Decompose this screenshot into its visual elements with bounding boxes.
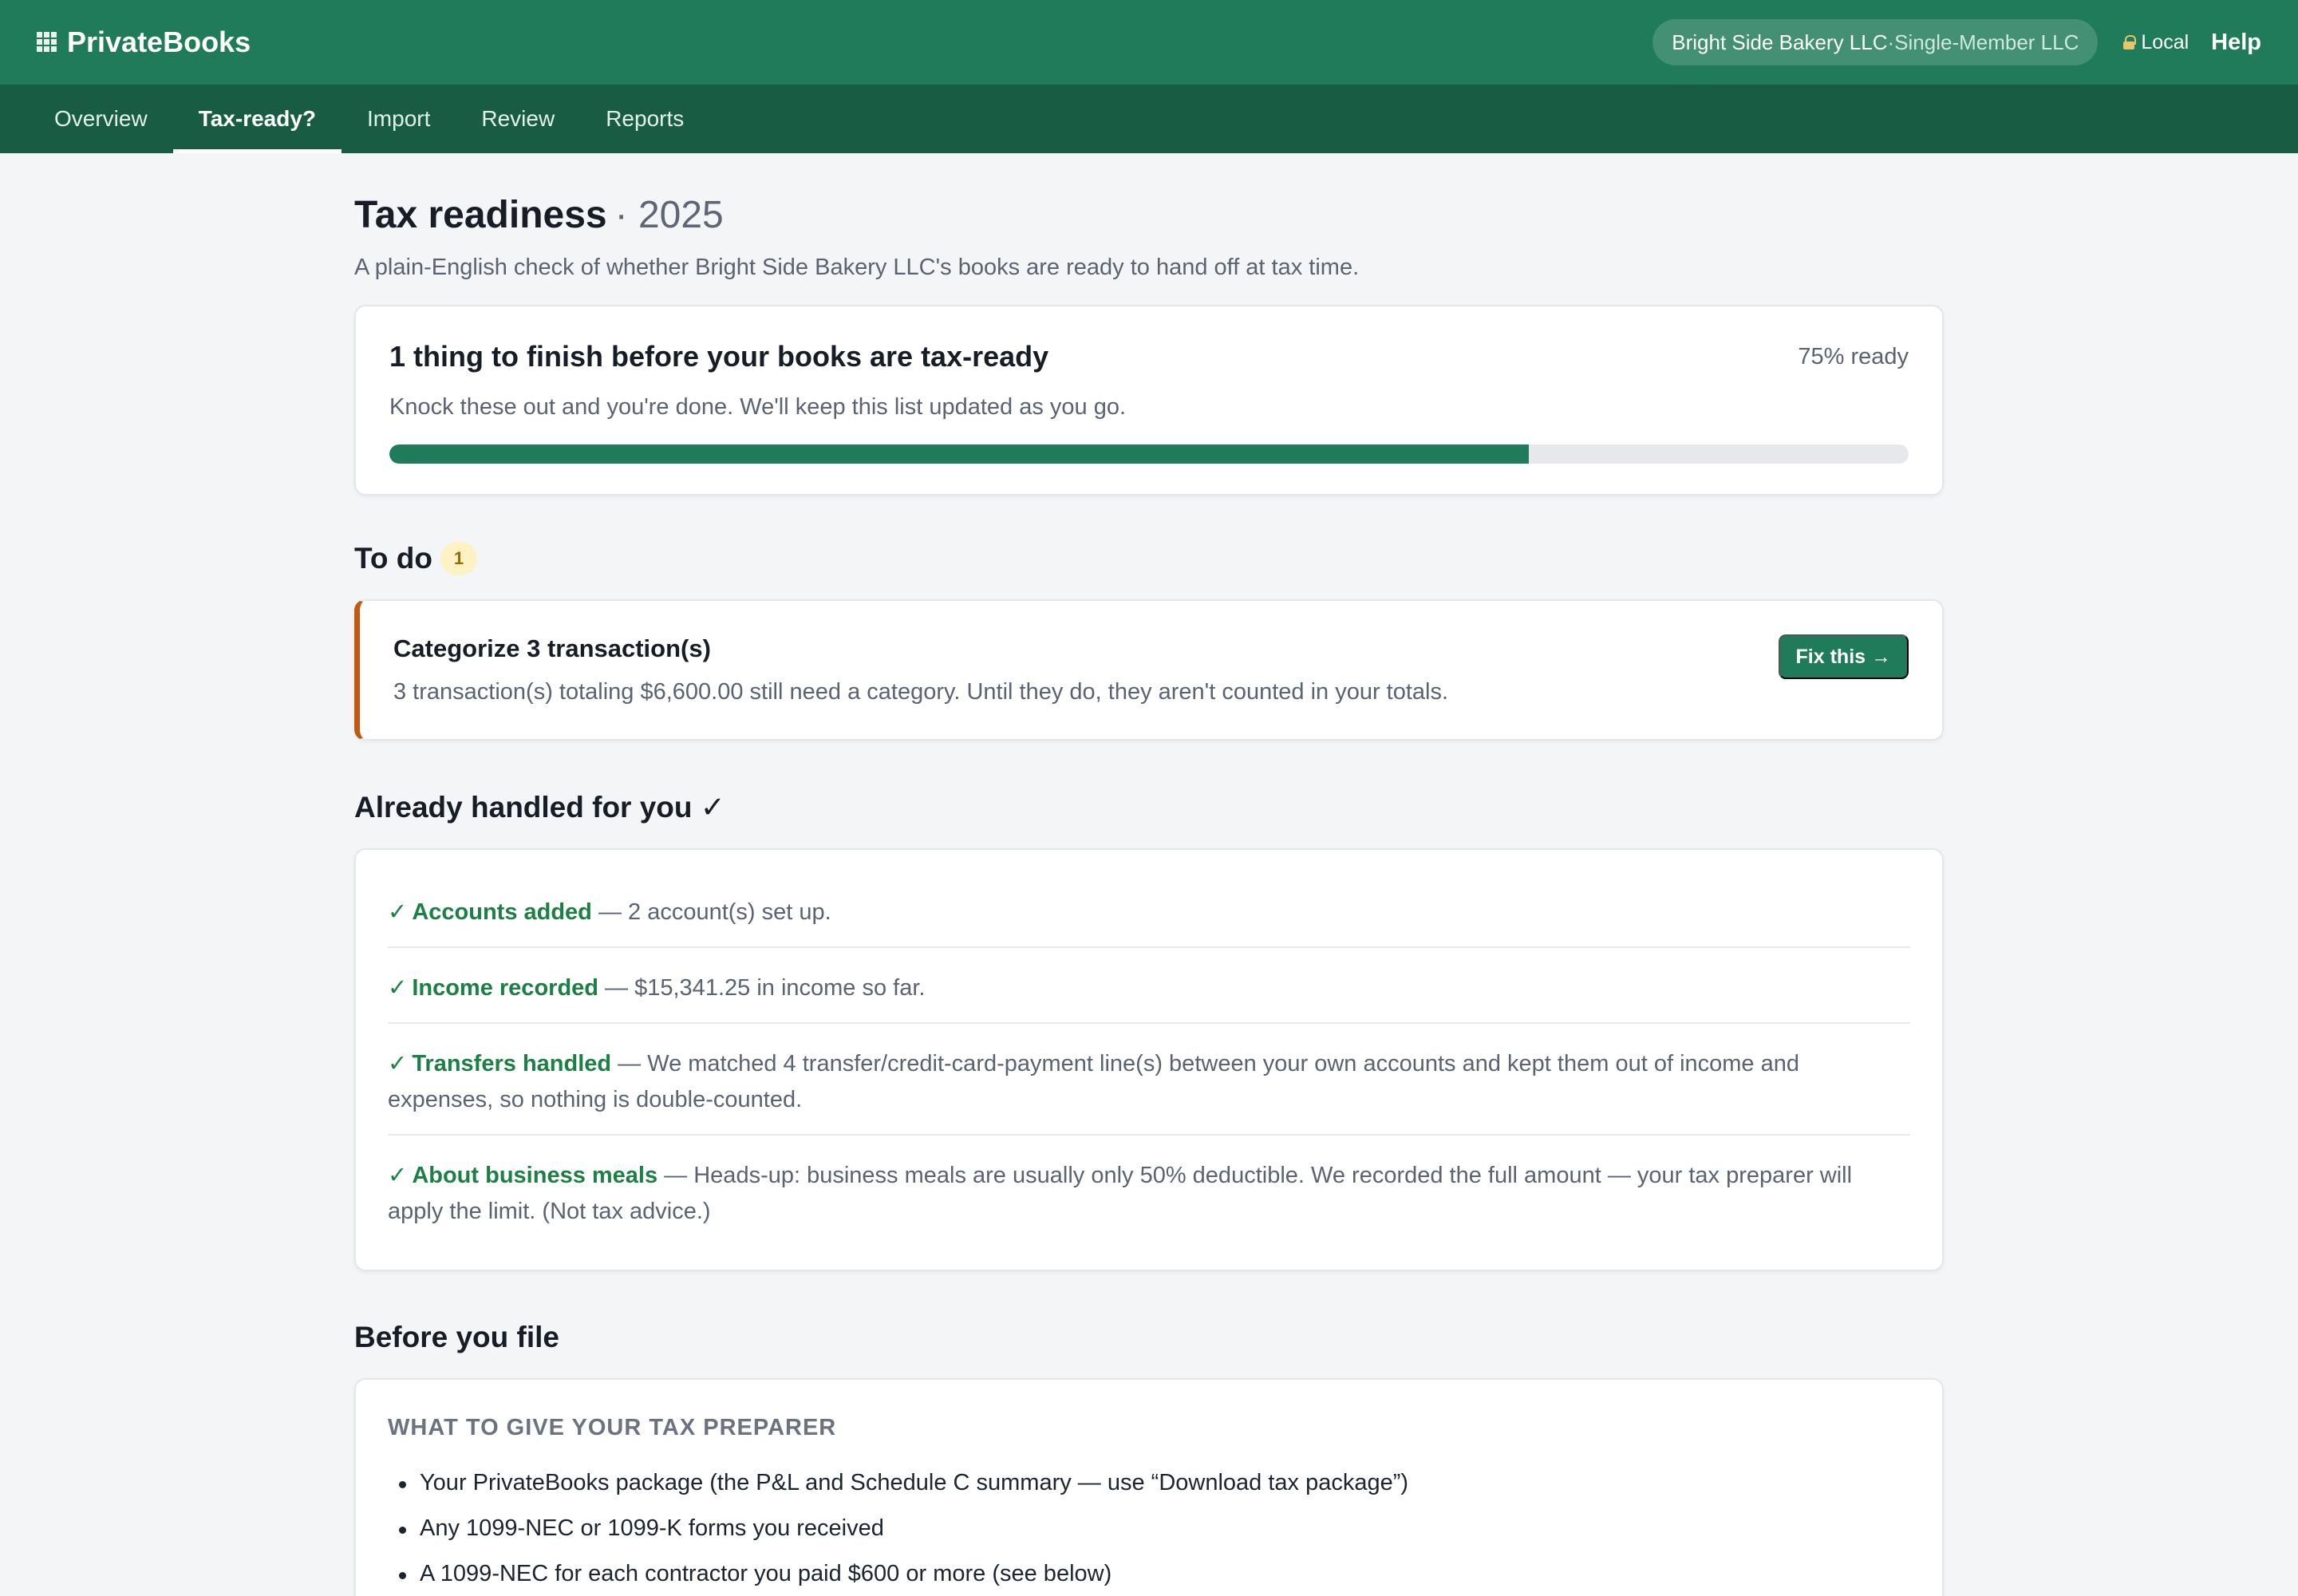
handled-item-meals: ✓ About business meals — Heads-up: busine… [388,1136,1910,1246]
company-name: Bright Side Bakery LLC [1672,30,1888,54]
progress-bar [389,444,1909,464]
list-item: Your PrivateBooks package (the P&L and S… [388,1460,1910,1506]
handled-item-name: Transfers handled [412,1051,612,1077]
todo-title-text: To do [354,542,432,575]
company-switcher[interactable]: Bright Side Bakery LLC · Single-Member L… [1652,19,2099,65]
handled-item-accounts: ✓ Accounts added — 2 account(s) set up. [388,872,1910,948]
handled-item-transfers: ✓ Transfers handled — We matched 4 transf… [388,1024,1910,1136]
local-label: Local [2141,30,2189,53]
check-icon: ✓ [388,1051,408,1077]
tab-tax-ready[interactable]: Tax-ready? [172,85,342,153]
handled-item-name: Accounts added [412,899,592,925]
todo-item: Categorize 3 transaction(s) 3 transactio… [354,599,1944,741]
handled-item-income: ✓ Income recorded — $15,341.25 in income … [388,948,1910,1024]
tab-review[interactable]: Review [456,85,580,153]
progress-percent-label: 75% ready [1798,343,1909,369]
tab-import[interactable]: Import [342,85,456,153]
handled-item-name: Income recorded [412,975,598,1001]
page-title-year: · 2025 [614,194,724,236]
tax-preparer-heading: WHAT TO GIVE YOUR TAX PREPARER [388,1415,837,1440]
top-right-controls: Bright Side Bakery LLC · Single-Member L… [1652,19,2261,65]
handled-item-text: — 2 account(s) set up. [591,899,831,925]
app-name: PrivateBooks [67,26,251,58]
list-item: A 1099-NEC for each contractor you paid … [388,1551,1910,1596]
main-content: Tax readiness · 2025 A plain-English che… [354,153,1944,1596]
grid-icon [37,32,57,53]
local-mode-indicator: Local [2123,31,2189,54]
page-title: Tax readiness · 2025 [354,193,1944,237]
before-you-file-card: WHAT TO GIVE YOUR TAX PREPARER Your Priv… [354,1378,1944,1596]
fix-this-button[interactable]: Fix this → [1778,634,1909,679]
app-logo[interactable]: PrivateBooks [37,26,251,59]
top-bar: PrivateBooks Bright Side Bakery LLC · Si… [0,0,2298,85]
todo-item-title: Categorize 3 transaction(s) [393,634,711,662]
todo-count-badge: 1 [440,542,477,575]
todo-section-title: To do 1 [354,542,1944,575]
readiness-progress-card: 1 thing to finish before your books are … [354,305,1944,496]
todo-item-description: 3 transaction(s) totaling $6,600.00 stil… [393,679,1449,705]
lock-icon [2123,35,2137,49]
page-subtitle: A plain-English check of whether Bright … [354,255,1360,280]
progress-bar-fill [389,444,1529,464]
tax-preparer-list: Your PrivateBooks package (the P&L and S… [388,1460,1910,1596]
handled-list: ✓ Accounts added — 2 account(s) set up. ✓… [354,848,1944,1271]
company-type: Single-Member LLC [1894,30,2079,54]
check-icon: ✓ [388,899,408,925]
progress-title: 1 thing to finish before your books are … [389,340,1049,373]
handled-item-text: — $15,341.25 in income so far. [598,975,926,1001]
tab-reports[interactable]: Reports [580,85,709,153]
progress-header: 1 thing to finish before your books are … [389,340,1909,373]
check-icon: ✓ [388,1163,408,1188]
handled-item-name: About business meals [412,1163,658,1188]
help-link[interactable]: Help [2211,30,2261,56]
check-icon: ✓ [388,975,408,1001]
before-you-file-title: Before you file [354,1321,559,1353]
company-separator: · [1887,30,1895,54]
page-title-text: Tax readiness [354,194,607,236]
todo-item-body: Categorize 3 transaction(s) 3 transactio… [393,634,1448,705]
tab-overview[interactable]: Overview [29,85,173,153]
progress-description: Knock these out and you're done. We'll k… [389,394,1127,420]
handled-section-title: Already handled for you ✓ [354,791,725,824]
main-nav: Overview Tax-ready? Import Review Report… [0,85,2298,153]
list-item: Any 1099-NEC or 1099-K forms you receive… [388,1506,1910,1551]
